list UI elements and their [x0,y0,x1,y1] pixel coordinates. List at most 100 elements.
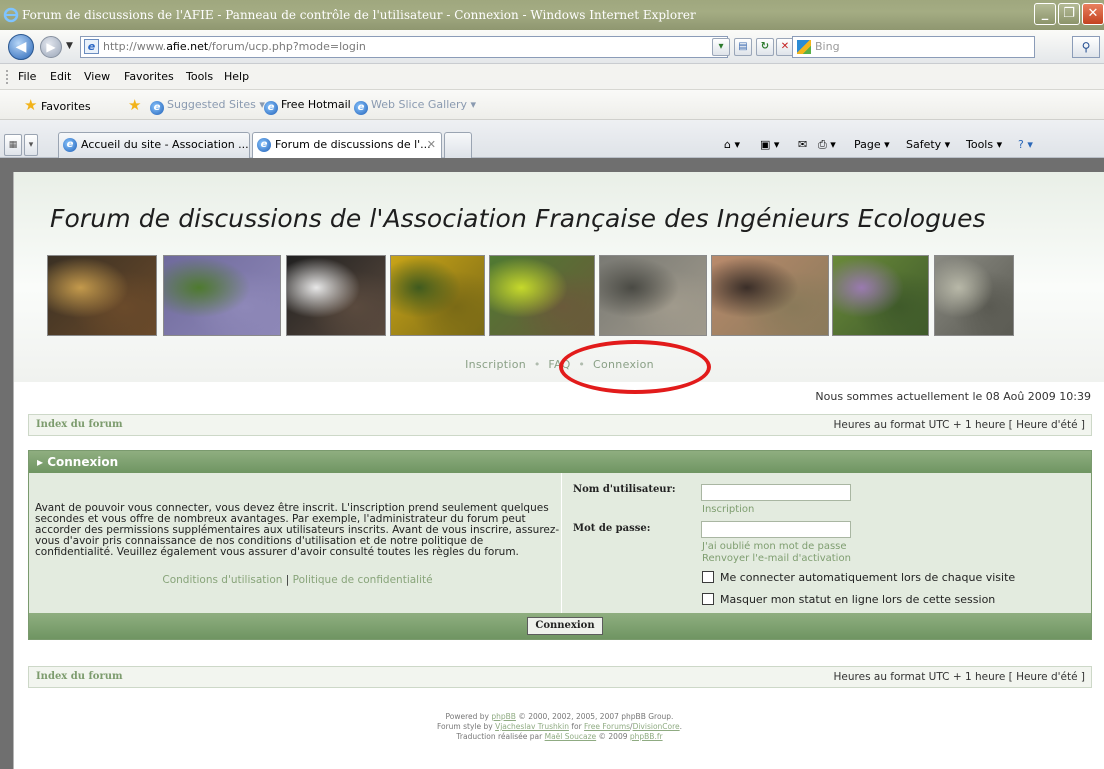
search-input[interactable]: Bing [792,36,1035,58]
print-icon[interactable]: ⎙ ▾ [818,132,836,158]
free-forums-link[interactable]: Free Forums [584,722,630,731]
autologin-label: Me connecter automatiquement lors de cha… [720,571,1016,584]
autologin-checkbox[interactable] [702,571,714,583]
page-footer: Powered by phpBB © 2000, 2002, 2005, 200… [14,712,1104,742]
ie-page-icon: e [264,101,278,115]
site-title: Forum de discussions de l'Association Fr… [50,204,986,233]
lichen-photo [934,255,1014,336]
menu-favorites[interactable]: Favorites [124,64,174,90]
field-worker-photo [489,255,595,336]
close-button[interactable]: ✕ [1082,3,1104,25]
search-placeholder: Bing [815,40,840,53]
tab-forum[interactable]: e Forum de discussions de l'... ✕ [252,132,442,158]
footer-text: Powered by [445,712,492,721]
free-hotmail-link[interactable]: e Free Hotmail [264,90,351,120]
tab-accueil[interactable]: e Accueil du site - Association ... [58,132,250,158]
password-field[interactable] [701,521,851,538]
nav-inscription-link[interactable]: Inscription [465,358,526,371]
menu-tools[interactable]: Tools [186,64,213,90]
search-icon[interactable]: ⚲ [1072,36,1100,58]
style-author-link[interactable]: Vjacheslav Trushkin [495,722,569,731]
forgot-password-link[interactable]: J'ai oublié mon mot de passe [702,541,847,552]
address-bar[interactable]: e http://www.afie.net/forum/ucp.php?mode… [80,36,728,58]
minimize-button[interactable]: _ [1034,3,1056,25]
tab-ie-icon: e [257,138,271,152]
legal-links: Conditions d'utilisation | Politique de … [35,574,560,586]
gentian-flowers-photo [163,255,281,336]
window-controls: _ ❐ ✕ [1034,3,1104,25]
register-link[interactable]: Inscription [702,504,754,515]
menu-file[interactable]: File [18,64,36,90]
url-domain: afie.net [166,40,209,53]
compatibility-view-icon[interactable]: ▤ [734,38,752,56]
nav-separator: • [533,358,541,371]
safety-menu[interactable]: Safety ▾ [906,132,950,158]
bee-on-flower-photo [390,255,485,336]
conference-photo [47,255,157,336]
tab-list-dropdown-icon[interactable]: ▾ [24,134,38,156]
close-tab-icon[interactable]: ✕ [427,133,436,157]
favorites-label: Favorites [40,100,91,113]
password-label: Mot de passe: [573,523,651,534]
phpbb-fr-link[interactable]: phpBB.fr [630,732,663,741]
username-field[interactable] [701,484,851,501]
phpbb-link[interactable]: phpBB [491,712,516,721]
menu-view[interactable]: View [84,64,110,90]
privacy-link[interactable]: Politique de confidentialité [293,574,433,586]
forum-index-link[interactable]: Index du forum [36,415,123,435]
refresh-icon[interactable]: ↻ [756,38,774,56]
login-intro-text: Avant de pouvoir vous connecter, vous de… [35,502,560,558]
footer-text: for [568,722,585,731]
forum-index-link[interactable]: Index du forum [36,667,123,687]
tab-ie-icon: e [63,138,77,152]
new-tab-button[interactable] [444,132,472,158]
quick-tabs-icon[interactable]: ▦ [4,134,22,156]
favorites-button[interactable]: ★ Favorites [24,90,91,122]
timezone-info: Heures au format UTC + 1 heure [ Heure d… [833,671,1085,683]
autologin-option[interactable]: Me connecter automatiquement lors de cha… [702,571,1015,584]
web-slice-gallery-label: Web Slice Gallery ▾ [371,98,477,111]
restore-button[interactable]: ❐ [1058,3,1080,25]
address-toolbar: ◀ ▶ ▼ e http://www.afie.net/forum/ucp.ph… [0,30,1104,64]
home-icon[interactable]: ⌂ ▾ [724,132,740,158]
resend-activation-link[interactable]: Renvoyer l'e-mail d'activation [702,553,851,564]
menu-edit[interactable]: Edit [50,64,71,90]
hide-status-checkbox[interactable] [702,593,714,605]
page-menu[interactable]: Page ▾ [854,132,890,158]
window-title: Forum de discussions de l'AFIE - Panneau… [22,8,696,22]
annotation-circle [559,340,711,394]
owl-nest-photo [599,255,707,336]
read-mail-icon[interactable]: ✉ [798,132,807,158]
menu-help[interactable]: Help [224,64,249,90]
add-to-favorites-icon[interactable]: ★ [128,90,141,122]
web-slice-gallery-link[interactable]: e Web Slice Gallery ▾ [354,90,476,120]
timezone-info: Heures au format UTC + 1 heure [ Heure d… [833,419,1085,431]
footer-powered-by: Powered by phpBB © 2000, 2002, 2005, 200… [14,712,1104,722]
suggested-sites-link[interactable]: e Suggested Sites ▾ [150,90,265,120]
hide-status-option[interactable]: Masquer mon statut en ligne lors de cett… [702,593,995,606]
footer-translation-credit: Traduction réalisée par Maël Soucaze © 2… [14,732,1104,742]
link-separator: | [285,574,290,586]
tools-menu[interactable]: Tools ▾ [966,132,1002,158]
translator-link[interactable]: Maël Soucaze [545,732,597,741]
help-icon[interactable]: ? ▾ [1018,132,1033,158]
footer-text: © 2000, 2002, 2005, 2007 phpBB Group. [515,712,674,721]
breadcrumb: Index du forum Heures au format UTC + 1 … [28,414,1092,436]
login-panel-footer: Connexion [29,613,1091,639]
page-viewport: Forum de discussions de l'Association Fr… [0,158,1104,769]
forum-header: Forum de discussions de l'Association Fr… [14,172,1104,394]
recent-pages-dropdown[interactable]: ▼ [66,41,73,51]
terms-link[interactable]: Conditions d'utilisation [162,574,282,586]
url-prefix: http://www. [103,40,167,53]
address-dropdown-icon[interactable]: ▾ [712,38,730,56]
tab-label: Accueil du site - Association ... [81,138,249,151]
salamander-hand-photo [711,255,829,336]
login-panel: ▸ Connexion Avant de pouvoir vous connec… [28,450,1092,640]
back-button[interactable]: ◀ [8,34,34,60]
url-path: /forum/ucp.php?mode=login [208,40,366,53]
divisioncore-link[interactable]: DivisionCore [633,722,680,731]
feeds-icon[interactable]: ▣ ▾ [760,132,779,158]
login-submit-button[interactable]: Connexion [527,617,603,635]
butterfly-flowers-photo [832,255,929,336]
forward-button[interactable]: ▶ [40,36,62,58]
